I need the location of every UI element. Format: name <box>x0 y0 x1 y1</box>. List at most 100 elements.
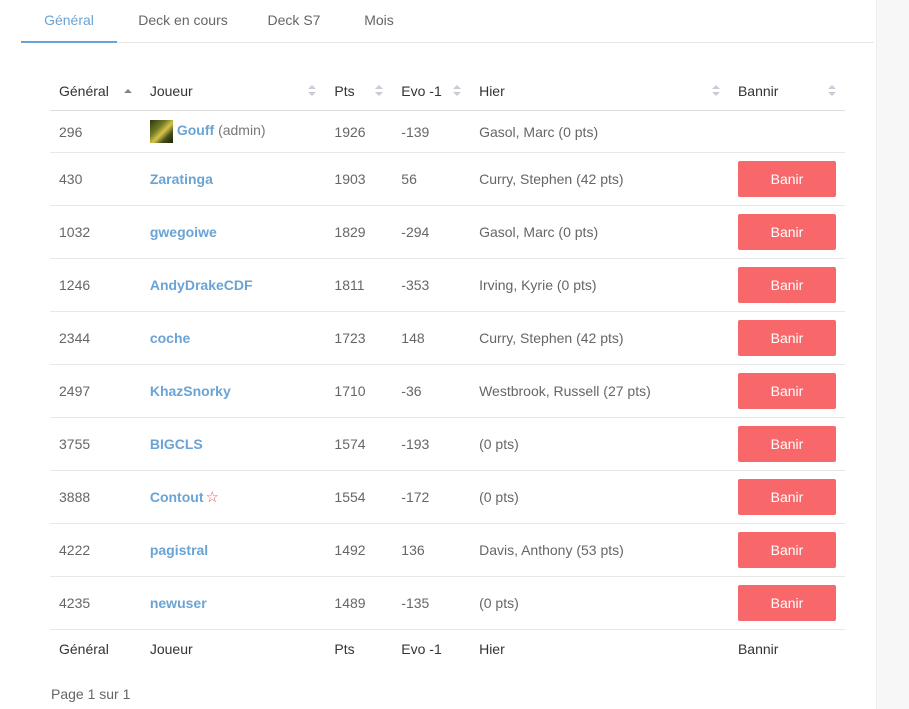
pts-cell: 1829 <box>325 205 393 259</box>
ban-button[interactable]: Banir <box>737 426 836 462</box>
hier-cell: Curry, Stephen (42 pts) <box>470 311 729 365</box>
footer-bannir: Bannir <box>737 641 779 657</box>
rank-cell: 4222 <box>50 523 141 577</box>
evo-cell: -135 <box>392 576 471 630</box>
player-link[interactable]: Zaratinga <box>150 171 213 187</box>
ban-button[interactable]: Banir <box>737 267 836 303</box>
tab-general[interactable]: Général <box>21 0 117 43</box>
column-header-general[interactable]: Général <box>50 72 141 111</box>
pts-cell: 1710 <box>325 364 393 418</box>
pts-cell: 1492 <box>325 523 393 577</box>
ban-cell: Banir <box>728 205 845 259</box>
avatar[interactable] <box>149 120 173 143</box>
table-row: 2344 coche 1723 148 Curry, Stephen (42 p… <box>50 311 845 365</box>
player-link[interactable]: Contout <box>150 489 204 505</box>
ban-button[interactable]: Banir <box>737 479 836 515</box>
ban-cell: Banir <box>728 152 845 206</box>
footer-general: Général <box>59 641 109 657</box>
tab-bar: Général Deck en cours Deck S7 Mois <box>21 0 874 43</box>
player-cell: Gouff (admin) <box>140 110 326 153</box>
evo-cell: 136 <box>392 523 471 577</box>
player-link[interactable]: gwegoiwe <box>150 224 217 240</box>
ban-button[interactable]: Banir <box>737 320 836 356</box>
table-row: 1032 gwegoiwe 1829 -294 Gasol, Marc (0 p… <box>50 205 845 259</box>
hier-cell: (0 pts) <box>470 576 729 630</box>
ban-button[interactable]: Banir <box>737 585 836 621</box>
player-cell: newuser <box>140 576 326 630</box>
ban-cell: Banir <box>728 470 845 524</box>
player-link[interactable]: AndyDrakeCDF <box>150 277 253 293</box>
rank-cell: 3755 <box>50 417 141 471</box>
table-row: 3888 Contout ☆ 1554 -172 (0 pts) Banir <box>50 470 845 524</box>
player-link[interactable]: pagistral <box>150 542 208 558</box>
rank-cell: 2497 <box>50 364 141 418</box>
player-link[interactable]: newuser <box>150 595 207 611</box>
evo-cell: -294 <box>392 205 471 259</box>
table-row: 296 Gouff (admin) 1926 -139 Gasol, Marc … <box>50 110 845 153</box>
evo-cell: -193 <box>392 417 471 471</box>
ban-button[interactable]: Banir <box>737 214 836 250</box>
sort-icon <box>711 85 720 97</box>
player-link[interactable]: BIGCLS <box>150 436 203 452</box>
admin-tag: (admin) <box>218 122 266 139</box>
table-row: 4222 pagistral 1492 136 Davis, Anthony (… <box>50 523 845 577</box>
pts-cell: 1554 <box>325 470 393 524</box>
rank-cell: 4235 <box>50 576 141 630</box>
tab-deck-s7[interactable]: Deck S7 <box>255 0 333 42</box>
table-footer-row: Général Joueur Pts Evo -1 Hier Bannir <box>50 630 845 669</box>
column-header-joueur[interactable]: Joueur <box>140 72 326 111</box>
pts-cell: 1926 <box>325 110 393 153</box>
table-row: 2497 KhazSnorky 1710 -36 Westbrook, Russ… <box>50 364 845 418</box>
evo-cell: -353 <box>392 258 471 312</box>
ban-button[interactable]: Banir <box>737 373 836 409</box>
hier-cell: Gasol, Marc (0 pts) <box>470 205 729 259</box>
sort-icon <box>828 85 836 97</box>
player-link[interactable]: coche <box>150 330 190 346</box>
ban-cell: Banir <box>728 258 845 312</box>
column-header-evo[interactable]: Evo -1 <box>392 72 471 111</box>
sort-icon <box>308 85 317 97</box>
rank-cell: 430 <box>50 152 141 206</box>
tab-mois[interactable]: Mois <box>353 0 405 42</box>
player-link[interactable]: Gouff <box>177 122 214 138</box>
hier-cell: Westbrook, Russell (27 pts) <box>470 364 729 418</box>
right-panel-strip <box>876 0 909 709</box>
player-link[interactable]: KhazSnorky <box>150 383 231 399</box>
ban-cell: Banir <box>728 311 845 365</box>
evo-cell: -36 <box>392 364 471 418</box>
player-cell: Contout ☆ <box>140 470 326 524</box>
pts-cell: 1723 <box>325 311 393 365</box>
table-row: 430 Zaratinga 1903 56 Curry, Stephen (42… <box>50 152 845 206</box>
hier-cell: Gasol, Marc (0 pts) <box>470 110 729 153</box>
rank-cell: 296 <box>50 110 141 153</box>
sort-asc-icon <box>123 85 132 97</box>
hier-cell: (0 pts) <box>470 470 729 524</box>
player-cell: coche <box>140 311 326 365</box>
hier-cell: Curry, Stephen (42 pts) <box>470 152 729 206</box>
sort-icon <box>453 85 462 97</box>
hier-cell: Davis, Anthony (53 pts) <box>470 523 729 577</box>
ban-cell: Banir <box>728 364 845 418</box>
player-cell: AndyDrakeCDF <box>140 258 326 312</box>
tab-deck-en-cours[interactable]: Deck en cours <box>125 0 241 42</box>
table-row: 3755 BIGCLS 1574 -193 (0 pts) Banir <box>50 417 845 471</box>
evo-cell: -139 <box>392 110 471 153</box>
rank-cell: 2344 <box>50 311 141 365</box>
hier-cell: (0 pts) <box>470 417 729 471</box>
ban-cell: Banir <box>728 523 845 577</box>
footer-evo: Evo -1 <box>401 641 442 657</box>
ban-cell: Banir <box>728 417 845 471</box>
rank-cell: 1246 <box>50 258 141 312</box>
column-header-pts[interactable]: Pts <box>325 72 393 111</box>
column-header-hier[interactable]: Hier <box>470 72 729 111</box>
evo-cell: 56 <box>392 152 471 206</box>
pagination-info: Page 1 sur 1 <box>51 686 131 702</box>
evo-cell: 148 <box>392 311 471 365</box>
ranking-table: Général Joueur Pts Evo -1 Hier Bannir 29… <box>50 72 845 668</box>
ban-button[interactable]: Banir <box>737 532 836 568</box>
rank-cell: 3888 <box>50 470 141 524</box>
footer-pts: Pts <box>334 641 355 657</box>
player-cell: pagistral <box>140 523 326 577</box>
ban-button[interactable]: Banir <box>737 161 836 197</box>
column-header-bannir[interactable]: Bannir <box>728 72 845 111</box>
